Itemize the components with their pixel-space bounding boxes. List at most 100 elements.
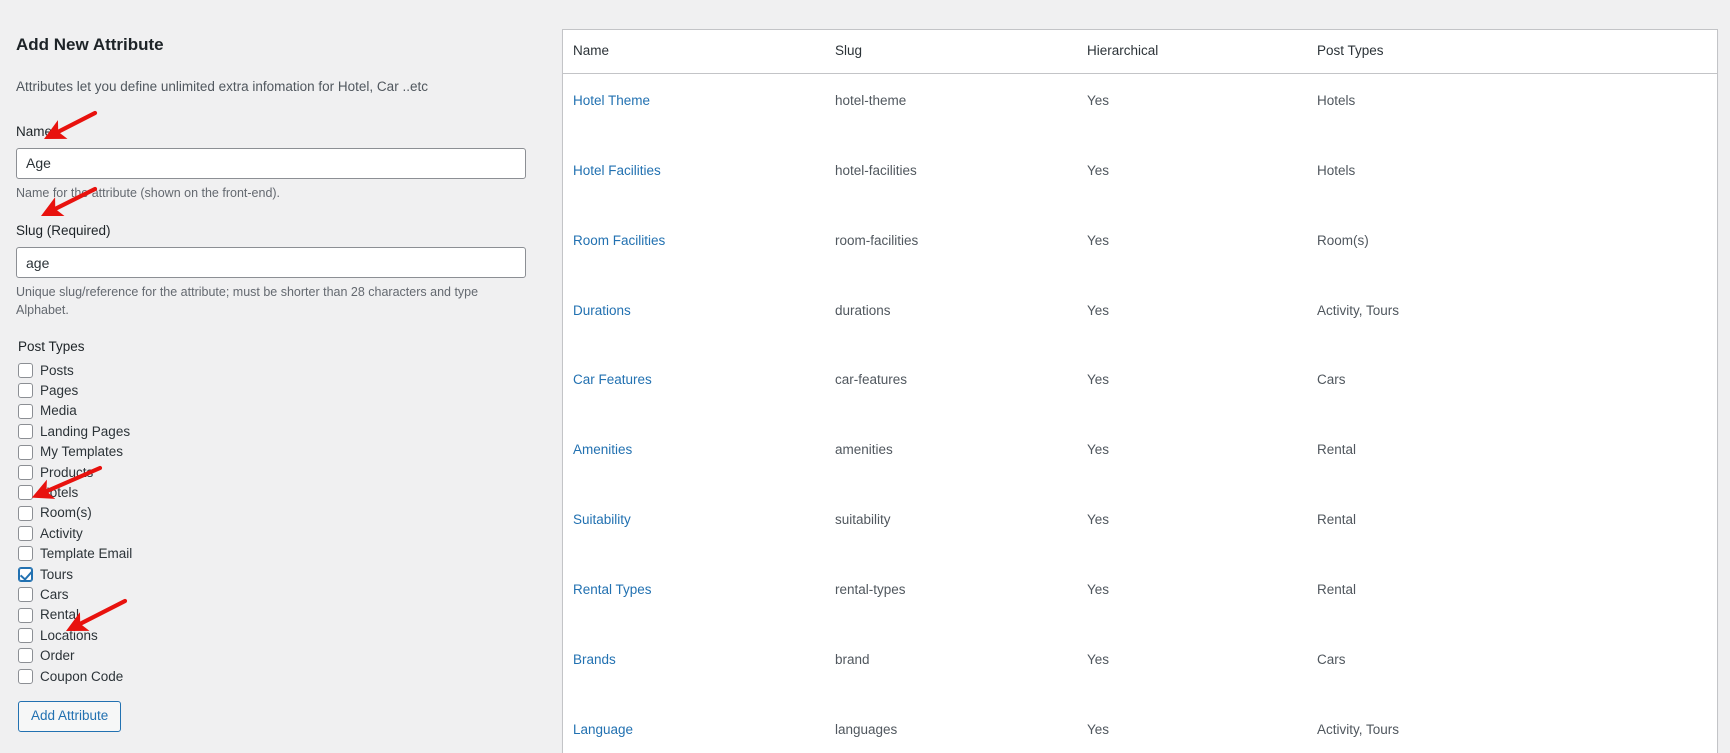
post-type-checkbox-label: Pages [40, 383, 79, 399]
cell-post-types: Cars [1317, 652, 1346, 668]
checkbox-icon[interactable] [18, 668, 33, 684]
cell-post-types: Room(s) [1317, 232, 1369, 248]
post-type-checkbox-row[interactable]: Landing Pages [16, 421, 525, 441]
table-body: Hotel Theme hotel-theme Yes Hotels Hotel Fac… [563, 73, 1717, 753]
post-type-checkbox-row[interactable]: Hotels [16, 483, 525, 503]
cell-slug: durations [835, 302, 891, 318]
post-type-checkbox-row[interactable]: Cars [16, 585, 525, 605]
cell-name: Hotel Facilities [563, 144, 825, 214]
table-row: Language languages Yes Activity, Tours [563, 703, 1717, 753]
post-type-checkbox-row[interactable]: Room(s) [16, 503, 525, 523]
column-header-slug[interactable]: Slug [825, 30, 1077, 74]
post-type-checkbox-row[interactable]: Rental [16, 605, 525, 625]
cell-post-types: Rental [1317, 512, 1357, 528]
post-type-checkbox-label: Cars [40, 587, 69, 602]
post-type-checkbox-row[interactable]: Order [16, 646, 525, 666]
checkbox-icon[interactable] [18, 362, 33, 378]
checkbox-icon[interactable] [18, 444, 33, 460]
post-type-checkbox-label: Posts [40, 362, 74, 378]
cell-name: Suitability [563, 493, 825, 563]
checkbox-icon[interactable] [18, 464, 33, 480]
column-header-hierarchical[interactable]: Hierarchical [1077, 30, 1307, 74]
table-row: Room Facilities room-facilities Yes Room(s) [563, 214, 1717, 284]
checkbox-icon[interactable] [18, 546, 33, 562]
table-row: Hotel Theme hotel-theme Yes Hotels [563, 73, 1717, 143]
post-type-checkbox-label: Rental [40, 607, 80, 623]
cell-hierarchical: Yes [1087, 652, 1110, 668]
post-types-checkbox-list: Posts Pages Media Landing Pages My Templates… [16, 360, 525, 686]
post-type-checkbox-label: Tours [40, 566, 74, 582]
cell-hierarchical: Yes [1087, 721, 1110, 737]
checkbox-icon[interactable] [18, 628, 33, 644]
post-type-checkbox-row[interactable]: Posts [16, 360, 525, 380]
attribute-name-link[interactable]: Hotel Theme [573, 93, 650, 108]
add-attribute-button[interactable]: Add Attribute [18, 700, 122, 733]
cell-hierarchical: Yes [1087, 582, 1110, 598]
name-field-label: Name [16, 123, 53, 139]
slug-field-group: Slug (Required) Unique slug/reference fo… [16, 222, 526, 319]
post-type-checkbox-row[interactable]: Media [16, 401, 525, 421]
post-type-checkbox-row[interactable]: Coupon Code [16, 666, 525, 686]
cell-slug: rental-types [835, 582, 906, 598]
post-type-checkbox-row[interactable]: Products [16, 462, 525, 482]
checkbox-icon[interactable] [18, 424, 33, 440]
checkbox-icon[interactable] [18, 587, 33, 603]
table-row: Hotel Facilities hotel-facilities Yes Hotel… [563, 144, 1717, 214]
attribute-name-link[interactable]: Amenities [573, 442, 632, 457]
name-input[interactable] [16, 147, 526, 179]
cell-hierarchical: Yes [1087, 162, 1110, 178]
post-type-checkbox-row[interactable]: My Templates [16, 442, 525, 462]
name-field-help: Name for the attribute (shown on the fro… [16, 185, 281, 200]
checkbox-icon[interactable] [18, 403, 33, 419]
cell-slug: hotel-facilities [835, 162, 917, 178]
table-row: Brands brand Yes Cars [563, 633, 1717, 703]
attribute-name-link[interactable]: Durations [573, 303, 631, 318]
attribute-name-link[interactable]: Rental Types [573, 582, 652, 597]
cell-slug: brand [835, 652, 870, 668]
attribute-name-link[interactable]: Car Features [573, 372, 652, 387]
post-type-checkbox-label: Template Email [40, 546, 133, 562]
checkbox-icon[interactable] [18, 505, 33, 521]
attribute-name-link[interactable]: Brands [573, 652, 616, 667]
cell-hierarchical: Yes [1087, 302, 1110, 318]
table-row: Rental Types rental-types Yes Rental [563, 563, 1717, 633]
checkbox-icon[interactable] [18, 485, 33, 501]
post-type-checkbox-row[interactable]: Activity [16, 523, 525, 543]
column-header-name[interactable]: Name [563, 30, 825, 74]
checkbox-icon[interactable] [18, 383, 33, 399]
slug-field-label: Slug (Required) [16, 223, 111, 239]
cell-post-types: Activity, Tours [1317, 302, 1400, 318]
add-new-attribute-panel: Add New Attribute Attributes let you def… [0, 0, 560, 733]
cell-slug: languages [835, 721, 898, 737]
cell-name: Language [563, 703, 825, 753]
attribute-name-link[interactable]: Room Facilities [573, 233, 665, 248]
cell-hierarchical: Yes [1087, 92, 1110, 108]
slug-field-help: Unique slug/reference for the attribute;… [16, 285, 479, 317]
cell-post-types: Activity, Tours [1317, 721, 1400, 737]
post-type-checkbox-row[interactable]: Template Email [16, 544, 525, 564]
post-type-checkbox-label: Order [40, 648, 75, 664]
slug-input[interactable] [16, 247, 526, 279]
cell-hierarchical: Yes [1087, 232, 1110, 248]
page-title: Add New Attribute [16, 35, 164, 54]
table-row: Suitability suitability Yes Rental [563, 493, 1717, 563]
cell-slug: room-facilities [835, 232, 919, 248]
cell-slug: amenities [835, 442, 893, 458]
attribute-name-link[interactable]: Language [573, 722, 633, 737]
checkbox-icon[interactable] [18, 526, 33, 542]
post-type-checkbox-row[interactable]: Pages [16, 381, 525, 401]
post-type-checkbox-label: Hotels [40, 485, 79, 501]
column-header-post-types[interactable]: Post Types [1307, 30, 1717, 74]
attribute-name-link[interactable]: Hotel Facilities [573, 163, 661, 178]
checkbox-icon[interactable] [18, 607, 33, 623]
post-type-checkbox-label: Products [40, 464, 94, 480]
cell-post-types: Hotels [1317, 162, 1356, 178]
attribute-name-link[interactable]: Suitability [573, 512, 631, 527]
checkbox-icon[interactable] [18, 566, 33, 582]
cell-name: Room Facilities [563, 214, 825, 284]
post-type-checkbox-row[interactable]: Tours [16, 564, 525, 584]
cell-name: Durations [563, 284, 825, 354]
checkbox-icon[interactable] [18, 648, 33, 664]
post-type-checkbox-label: Room(s) [40, 505, 92, 521]
post-type-checkbox-row[interactable]: Locations [16, 625, 525, 645]
